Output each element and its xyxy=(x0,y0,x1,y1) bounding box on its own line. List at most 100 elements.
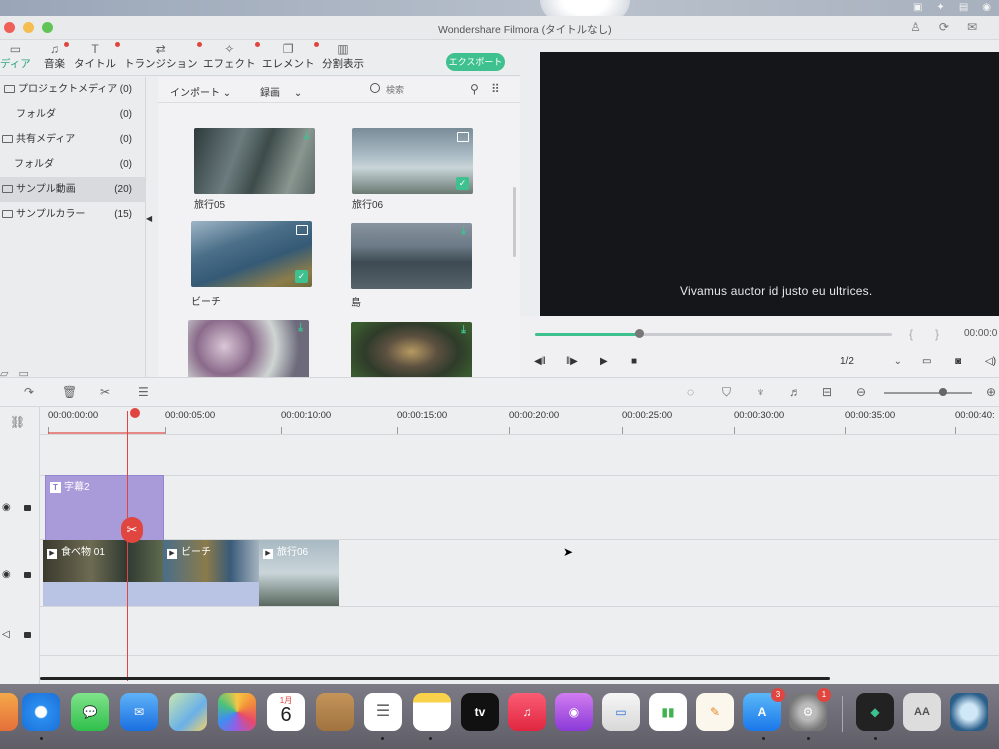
snapshot-icon[interactable]: ◙ xyxy=(955,356,961,367)
pages-icon[interactable]: ✎ xyxy=(696,693,734,731)
numbers-icon[interactable]: ▮▮ xyxy=(649,693,687,731)
lock-icon[interactable] xyxy=(24,632,31,638)
audio-waveform xyxy=(43,582,163,606)
dock-app-partial-icon[interactable] xyxy=(0,693,18,731)
timeline-scrollbar[interactable] xyxy=(40,677,830,680)
playhead-line[interactable] xyxy=(127,411,128,681)
app-store-icon[interactable]: A 3 xyxy=(743,688,785,731)
grid-view-icon[interactable]: ⠿ xyxy=(491,82,500,96)
tab-title[interactable]: T タイトル xyxy=(74,42,120,71)
tab-element[interactable]: ❐ エレメント xyxy=(262,42,319,71)
podcasts-icon[interactable]: ◉ xyxy=(555,693,593,731)
audio-mixer-icon[interactable]: ♬ xyxy=(789,385,801,399)
tab-music[interactable]: ♫ 音楽 xyxy=(44,42,69,71)
video-clip-food01[interactable]: ▶ 食べ物 01 xyxy=(43,540,163,606)
quicktime-icon[interactable] xyxy=(950,693,988,731)
message-icon[interactable]: ✉ xyxy=(967,20,977,34)
cut-icon[interactable]: ✂ xyxy=(100,385,110,399)
keynote-icon[interactable]: ▭ xyxy=(602,693,640,731)
stop-icon[interactable]: ■ xyxy=(631,356,637,367)
tray-icon[interactable]: ✦ xyxy=(936,2,944,13)
safari-icon[interactable] xyxy=(22,693,60,731)
collapse-sidebar-icon[interactable]: ◀ xyxy=(146,214,152,223)
apple-tv-icon[interactable]: tv xyxy=(461,693,499,731)
zoom-out-icon[interactable]: ⊖ xyxy=(856,385,866,399)
library-item-folder[interactable]: フォルダ (0) xyxy=(0,152,146,177)
step-forward-icon[interactable]: ‖▶ xyxy=(566,356,578,367)
reminders-icon[interactable]: ☰ xyxy=(364,693,402,731)
export-button[interactable]: エクスポート xyxy=(446,53,505,71)
media-thumbnail-island[interactable]: ⤓ xyxy=(351,223,472,289)
microphone-icon[interactable]: ♆ xyxy=(756,385,765,399)
close-window-button[interactable] xyxy=(4,22,15,33)
calendar-icon[interactable]: 1月 6 xyxy=(267,693,305,731)
library-item-sample-video[interactable]: サンプル動画 (20) xyxy=(0,177,146,202)
mail-icon[interactable]: ✉ xyxy=(120,693,158,731)
mark-out-icon[interactable]: } xyxy=(935,327,939,341)
lock-icon[interactable] xyxy=(24,505,31,511)
library-item-shared-media[interactable]: 共有メディア (0) xyxy=(0,127,146,152)
media-thumbnail-beach[interactable]: ✓ xyxy=(191,221,312,287)
media-search-input[interactable]: 検索 xyxy=(368,81,458,99)
library-item-folder[interactable]: フォルダ (0) xyxy=(0,102,146,127)
minimize-window-button[interactable] xyxy=(23,22,34,33)
preview-quality-select[interactable]: 1/2 ⌄ xyxy=(840,356,902,367)
library-item-project-media[interactable]: プロジェクトメディア (0) xyxy=(0,77,146,102)
tab-split-screen[interactable]: ▥ 分割表示 xyxy=(322,42,364,71)
mark-in-icon[interactable]: { xyxy=(909,327,913,341)
font-book-icon[interactable]: AA xyxy=(903,693,941,731)
sync-icon[interactable]: ⟳ xyxy=(939,20,949,34)
account-icon[interactable]: ♙ xyxy=(910,20,921,34)
video-clip-travel06[interactable]: ▶ 旅行06 xyxy=(259,540,339,606)
filmora-icon[interactable]: ◆ xyxy=(856,693,894,731)
lock-icon[interactable] xyxy=(24,572,31,578)
tab-media[interactable]: ▭ ディア xyxy=(0,42,31,71)
play-icon[interactable]: ▶ xyxy=(600,356,608,367)
playhead-handle[interactable] xyxy=(130,408,140,418)
music-icon[interactable]: ♫ xyxy=(508,693,546,731)
contacts-icon[interactable] xyxy=(316,693,354,731)
speaker-icon[interactable]: ◁ xyxy=(2,629,10,640)
step-back-icon[interactable]: ◀‖ xyxy=(534,356,546,367)
notes-icon[interactable] xyxy=(413,693,451,731)
link-icon[interactable]: ⛓ xyxy=(10,415,25,429)
preview-quality-value: 1/2 xyxy=(840,356,854,367)
volume-icon[interactable]: ◁) xyxy=(985,356,996,367)
split-scissors-icon[interactable]: ✂ xyxy=(121,517,143,543)
media-thumbnail-travel06[interactable]: ✓ xyxy=(352,128,473,194)
adjust-icon[interactable]: ☰ xyxy=(138,385,149,399)
timeline-ruler[interactable]: 00:00:00:00 00:00:05:00 00:00:10:00 00:0… xyxy=(40,407,999,435)
filter-icon[interactable]: ⚲ xyxy=(470,82,479,96)
tray-icon[interactable]: ▣ xyxy=(913,2,922,13)
render-icon[interactable]: ◌ xyxy=(687,385,694,399)
media-scrollbar[interactable] xyxy=(513,187,516,257)
record-dropdown[interactable]: 録画 ⌄ xyxy=(260,84,302,99)
marker-icon[interactable]: ⛉ xyxy=(722,385,731,400)
title-clip[interactable]: T 字幕2 xyxy=(45,475,164,541)
fit-timeline-icon[interactable]: ⊟ xyxy=(822,385,832,399)
eye-icon[interactable]: ◉ xyxy=(2,502,11,513)
video-clip-beach[interactable]: ▶ ビーチ xyxy=(163,540,259,606)
display-settings-icon[interactable]: ▭ xyxy=(922,356,931,367)
import-dropdown[interactable]: インポート ⌄ xyxy=(170,84,231,99)
delete-icon[interactable]: 🗑 xyxy=(62,385,77,399)
zoom-slider-knob[interactable] xyxy=(938,388,947,396)
ruler-major-line xyxy=(509,427,510,434)
timeline-zoom-slider[interactable] xyxy=(884,388,972,396)
system-preferences-icon[interactable]: ⚙ 1 xyxy=(789,688,831,731)
photos-icon[interactable] xyxy=(218,693,256,731)
redo-icon[interactable]: ↷ xyxy=(24,385,34,399)
preview-progress-knob[interactable] xyxy=(634,329,644,338)
tab-effect[interactable]: ✧ エフェクト xyxy=(203,42,260,71)
tab-transition[interactable]: ⇄ トランジション xyxy=(124,42,202,71)
tray-icon[interactable]: ▤ xyxy=(959,2,968,13)
maps-icon[interactable] xyxy=(169,693,207,731)
library-item-sample-color[interactable]: サンプルカラー (15) xyxy=(0,202,146,227)
media-thumbnail-travel05[interactable]: ⤓ xyxy=(194,128,315,194)
eye-icon[interactable]: ◉ xyxy=(2,569,11,580)
tray-icon[interactable]: ◉ xyxy=(982,2,991,13)
messages-icon[interactable]: 💬 xyxy=(71,693,109,731)
zoom-in-icon[interactable]: ⊕ xyxy=(986,385,996,399)
preview-progress-bar[interactable] xyxy=(535,329,892,338)
zoom-window-button[interactable] xyxy=(42,22,53,33)
